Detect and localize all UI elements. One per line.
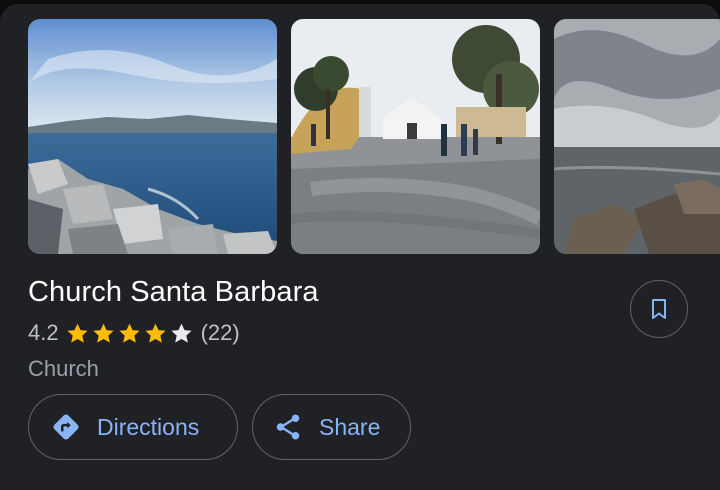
photo-church-square[interactable]	[291, 19, 540, 254]
bookmark-icon	[652, 299, 666, 319]
share-label: Share	[319, 413, 381, 440]
directions-button[interactable]: Directions	[28, 394, 238, 460]
directions-icon	[53, 414, 79, 440]
rating-value: 4.2	[28, 320, 59, 345]
place-category: Church	[28, 356, 99, 381]
photo-carousel[interactable]	[28, 19, 720, 254]
share-button[interactable]: Share	[252, 394, 411, 460]
star-icon	[66, 323, 88, 343]
rating-row[interactable]: 4.2 (22)	[28, 317, 240, 349]
photo-cloudy-shore[interactable]	[554, 19, 720, 254]
star-rating	[65, 321, 195, 346]
star-icon	[118, 323, 140, 343]
place-card: Church Santa Barbara 4.2 (22) Church Dir…	[0, 4, 720, 490]
star-icon	[144, 323, 166, 343]
star-icon	[92, 323, 114, 343]
star-empty-icon	[170, 323, 192, 343]
photo-sea-rocks[interactable]	[28, 19, 277, 254]
save-button[interactable]	[630, 280, 688, 338]
directions-label: Directions	[97, 413, 200, 440]
review-count: (22)	[200, 320, 240, 345]
place-title: Church Santa Barbara	[28, 276, 319, 308]
share-icon	[276, 414, 300, 440]
